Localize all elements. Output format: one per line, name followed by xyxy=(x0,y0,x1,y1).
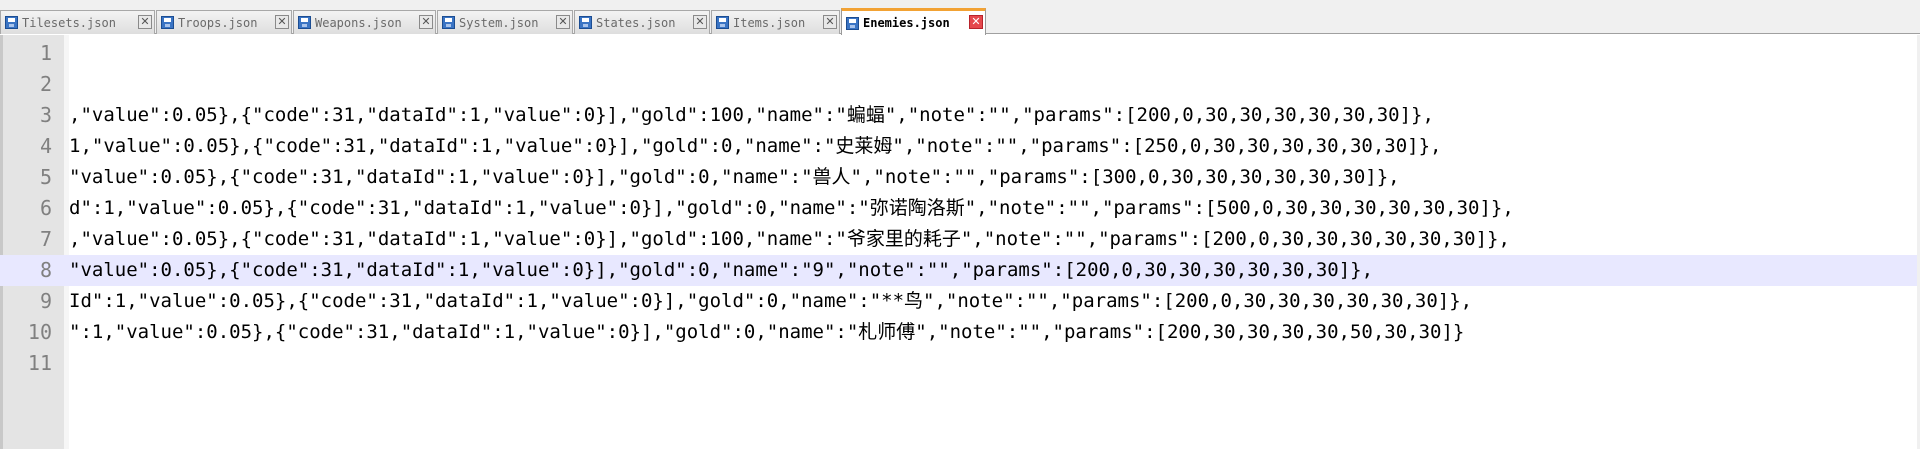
line-text[interactable] xyxy=(69,348,1909,379)
close-icon[interactable]: ✕ xyxy=(138,15,152,29)
line-number: 1 xyxy=(39,41,52,65)
save-icon xyxy=(298,16,311,29)
tab-states[interactable]: States.json ✕ xyxy=(574,10,710,34)
line-number: 3 xyxy=(39,103,52,127)
line-text[interactable]: ,"value":0.05},{"code":31,"dataId":1,"va… xyxy=(69,224,1909,255)
line-text[interactable]: 1,"value":0.05},{"code":31,"dataId":1,"v… xyxy=(69,131,1909,162)
line-text[interactable]: d":1,"value":0.05},{"code":31,"dataId":1… xyxy=(69,193,1909,224)
line-number: 10 xyxy=(27,320,52,344)
save-icon xyxy=(442,16,455,29)
editor-line[interactable]: 3 ,"value":0.05},{"code":31,"dataId":1,"… xyxy=(0,100,1920,131)
close-icon[interactable]: ✕ xyxy=(693,15,707,29)
save-icon xyxy=(579,16,592,29)
tab-label: Enemies.json xyxy=(863,16,950,30)
tab-tilesets[interactable]: Tilesets.json ✕ xyxy=(0,10,155,34)
line-text[interactable]: ,"value":0.05},{"code":31,"dataId":1,"va… xyxy=(69,100,1909,131)
line-text[interactable]: ":1,"value":0.05},{"code":31,"dataId":1,… xyxy=(69,317,1909,348)
line-text[interactable] xyxy=(69,38,1909,69)
tab-label: Tilesets.json xyxy=(22,15,116,30)
line-number: 4 xyxy=(39,134,52,158)
line-text[interactable]: "value":0.05},{"code":31,"dataId":1,"val… xyxy=(69,162,1909,193)
editor-line[interactable]: 6 d":1,"value":0.05},{"code":31,"dataId"… xyxy=(0,193,1920,224)
tab-system[interactable]: System.json ✕ xyxy=(437,10,573,34)
line-number: 8 xyxy=(39,258,52,282)
line-number: 5 xyxy=(39,165,52,189)
line-number: 2 xyxy=(39,72,52,96)
line-number: 7 xyxy=(39,227,52,251)
save-icon xyxy=(716,16,729,29)
close-icon[interactable]: ✕ xyxy=(419,15,433,29)
tab-enemies[interactable]: Enemies.json ✕ xyxy=(841,8,986,35)
close-icon[interactable]: ✕ xyxy=(823,15,837,29)
tab-bar: Tilesets.json ✕ Troops.json ✕ Weapons.js… xyxy=(0,0,1920,35)
tab-weapons[interactable]: Weapons.json ✕ xyxy=(293,10,436,34)
close-icon[interactable]: ✕ xyxy=(556,15,570,29)
save-icon xyxy=(161,16,174,29)
save-icon xyxy=(5,16,18,29)
close-icon[interactable]: ✕ xyxy=(969,15,983,29)
editor-line[interactable]: 5 "value":0.05},{"code":31,"dataId":1,"v… xyxy=(0,162,1920,193)
tab-troops[interactable]: Troops.json ✕ xyxy=(156,10,292,34)
close-icon[interactable]: ✕ xyxy=(275,15,289,29)
tab-items[interactable]: Items.json ✕ xyxy=(711,10,840,34)
editor-line[interactable]: 2 xyxy=(0,69,1920,100)
line-number: 9 xyxy=(39,289,52,313)
line-number: 6 xyxy=(39,196,52,220)
code-editor[interactable]: 1 2 3 ,"value":0.05},{"code":31,"dataId"… xyxy=(0,35,1920,449)
current-line-highlight[interactable]: 8 "value":0.05},{"code":31,"dataId":1,"v… xyxy=(0,255,1920,286)
editor-line[interactable]: 1 xyxy=(0,38,1920,69)
line-text[interactable] xyxy=(69,69,1909,100)
editor-line[interactable]: 9 Id":1,"value":0.05},{"code":31,"dataId… xyxy=(0,286,1920,317)
tab-label: Weapons.json xyxy=(315,15,402,30)
line-text[interactable]: "value":0.05},{"code":31,"dataId":1,"val… xyxy=(69,255,1909,286)
save-icon xyxy=(846,16,859,30)
editor-line[interactable]: 11 xyxy=(0,348,1920,379)
line-number: 11 xyxy=(27,351,52,375)
editor-line[interactable]: 10 ":1,"value":0.05},{"code":31,"dataId"… xyxy=(0,317,1920,348)
editor-line[interactable]: 4 1,"value":0.05},{"code":31,"dataId":1,… xyxy=(0,131,1920,162)
editor-line[interactable]: 7 ,"value":0.05},{"code":31,"dataId":1,"… xyxy=(0,224,1920,255)
line-text[interactable]: Id":1,"value":0.05},{"code":31,"dataId":… xyxy=(69,286,1909,317)
